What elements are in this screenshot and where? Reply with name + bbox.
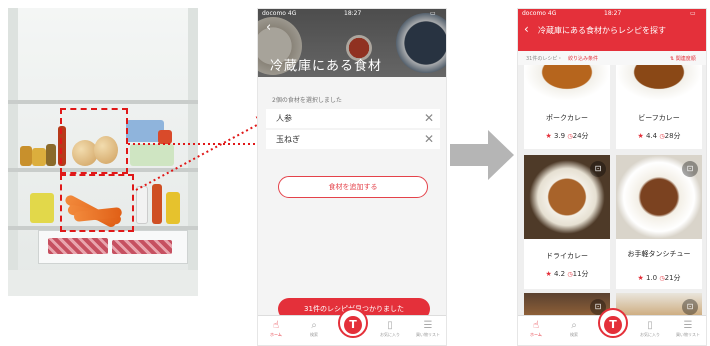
tab-search[interactable]: ⌕ 検索 (562, 320, 586, 338)
filter-link[interactable]: 絞り込み条件 (568, 55, 598, 62)
star-icon: ★ (545, 132, 552, 140)
recipe-name: ポークカレー (546, 114, 588, 122)
back-chevron-icon[interactable]: ‹ (524, 22, 529, 36)
recipe-meta: ★ 4.4 ◷28分 (616, 131, 702, 141)
book-icon: ▯ (647, 320, 653, 331)
tab-label: お気に入り (380, 332, 400, 337)
cook-time: 28分 (664, 132, 681, 140)
tab-label: お気に入り (640, 332, 660, 337)
remove-icon[interactable]: ✕ (424, 130, 434, 149)
status-time: 18:27 (604, 10, 622, 17)
ingredient-row-tamanegi[interactable]: 玉ねぎ ✕ (266, 130, 440, 149)
result-bar: 31件のレシピ・ 絞り込み条件 ⇅ 関連度順 (518, 51, 706, 65)
recipe-card[interactable]: ポークカレー ★ 3.9 ◷24分 (524, 65, 610, 149)
result-count: 31件のレシピ・ (526, 56, 563, 62)
hero-image: docomo 4G 18:27 ▭ ‹ 冷蔵庫にある食材 (258, 9, 446, 77)
tab-label: ホーム (530, 332, 542, 337)
status-time: 18:27 (344, 10, 362, 17)
tab-favorites[interactable]: ▯ お気に入り (638, 320, 662, 338)
recipe-name: お手軽タンシチュー (627, 250, 691, 258)
ingredient-row-ninjin[interactable]: 人参 ✕ (266, 109, 440, 128)
add-ingredient-button[interactable]: 食材を追加する (278, 176, 428, 198)
tab-shopping-list[interactable]: ☰ 買い物リスト (416, 320, 440, 338)
battery-icon: ▭ (430, 10, 436, 17)
cook-time: 11分 (572, 270, 589, 278)
star-icon: ★ (545, 270, 552, 278)
recipe-card[interactable]: ⊡ ドライカレー ★ 4.2 ◷11分 (524, 155, 610, 289)
rating: 4.4 (645, 132, 658, 140)
recipe-meta: ★ 1.0 ◷21分 (616, 273, 702, 283)
center-logo-button[interactable]: T (338, 308, 368, 338)
search-icon: ⌕ (571, 320, 577, 331)
rating: 3.9 (553, 132, 566, 140)
recipe-name: ドライカレー (546, 252, 588, 260)
logo-icon: T (604, 316, 622, 334)
flow-arrow-icon (450, 130, 514, 180)
status-carrier: docomo 4G (522, 10, 557, 17)
cook-time: 24分 (572, 132, 589, 140)
book-icon: ▯ (387, 320, 393, 331)
cook-time: 21分 (664, 274, 681, 282)
battery-icon: ▭ (690, 10, 696, 17)
header-title: 冷蔵庫にある食材からレシピを探す (538, 26, 666, 35)
hand-icon: ☝ (272, 320, 280, 331)
recipe-card[interactable]: ビーフカレー ★ 4.4 ◷28分 (616, 65, 702, 149)
tab-label: 検索 (570, 332, 578, 337)
logo-icon: T (344, 316, 362, 334)
tab-label: 買い物リスト (676, 332, 700, 337)
recipe-photo (524, 65, 610, 101)
app-header: docomo 4G 18:27 ▭ ‹ 冷蔵庫にある食材からレシピを探す (518, 9, 706, 51)
tab-label: ホーム (270, 332, 282, 337)
rating: 4.2 (553, 270, 566, 278)
recipe-name: ビーフカレー (638, 114, 680, 122)
phone-screen-ingredients: docomo 4G 18:27 ▭ ‹ 冷蔵庫にある食材 2個の食材を選択しまし… (257, 8, 447, 346)
sort-link[interactable]: ⇅ 関連度順 (670, 55, 696, 62)
ingredient-name: 人参 (276, 114, 292, 123)
remove-icon[interactable]: ✕ (424, 109, 434, 128)
back-chevron-icon[interactable]: ‹ (266, 20, 271, 35)
bookmark-icon[interactable]: ⊡ (682, 161, 698, 177)
list-icon: ☰ (423, 320, 433, 331)
tab-favorites[interactable]: ▯ お気に入り (378, 320, 402, 338)
bookmark-icon[interactable]: ⊡ (682, 299, 698, 315)
recipe-meta: ★ 4.2 ◷11分 (524, 269, 610, 279)
recipe-meta: ★ 3.9 ◷24分 (524, 131, 610, 141)
tab-bar: ☝ ホーム ⌕ 検索 T ▯ お気に入り ☰ 買い物リスト (258, 308, 446, 345)
recipe-card[interactable]: ⊡ お手軽タンシチュー ★ 1.0 ◷21分 (616, 155, 702, 289)
bookmark-icon[interactable]: ⊡ (590, 161, 606, 177)
center-logo-button[interactable]: T (598, 308, 628, 338)
tab-home[interactable]: ☝ ホーム (264, 320, 288, 338)
tab-bar: ☝ ホーム ⌕ 検索 T ▯ お気に入り ☰ 買い物リスト (518, 308, 706, 345)
status-carrier: docomo 4G (262, 10, 297, 17)
tab-label: 検索 (310, 332, 318, 337)
phone-screen-recipes: docomo 4G 18:27 ▭ ‹ 冷蔵庫にある食材からレシピを探す 31件… (517, 8, 707, 346)
ingredient-name: 玉ねぎ (276, 135, 300, 144)
list-icon: ☰ (683, 320, 693, 331)
selected-count-label: 2個の食材を選択しました (272, 97, 342, 104)
search-icon: ⌕ (311, 320, 317, 331)
tab-search[interactable]: ⌕ 検索 (302, 320, 326, 338)
rating: 1.0 (645, 274, 658, 282)
hand-icon: ☝ (532, 320, 540, 331)
tab-label: 買い物リスト (416, 332, 440, 337)
star-icon: ★ (637, 274, 644, 282)
page-title: 冷蔵庫にある食材 (270, 59, 383, 74)
recipe-photo (616, 65, 702, 101)
tab-shopping-list[interactable]: ☰ 買い物リスト (676, 320, 700, 338)
star-icon: ★ (637, 132, 644, 140)
arrow-to-ninjin (135, 116, 274, 191)
tab-home[interactable]: ☝ ホーム (524, 320, 548, 338)
